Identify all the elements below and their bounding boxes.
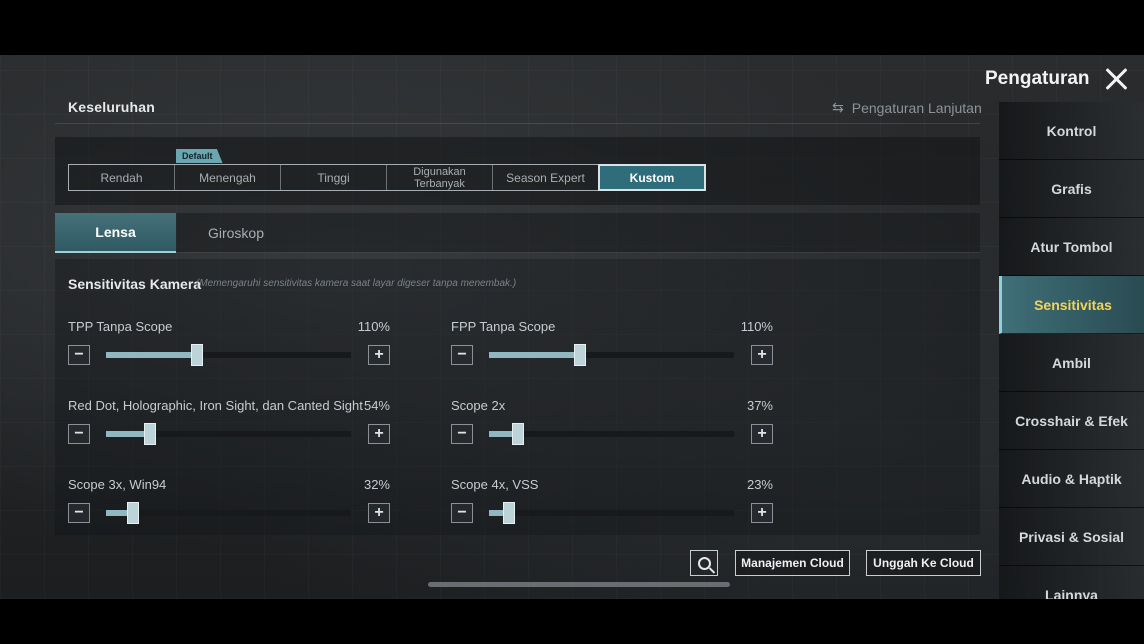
slider-scope-4x: Scope 4x, VSS 23% − + bbox=[451, 477, 773, 535]
sidebar-item-audio[interactable]: Audio & Haptik bbox=[999, 450, 1144, 508]
search-icon bbox=[697, 556, 711, 570]
horizontal-scrollbar[interactable] bbox=[428, 582, 730, 587]
increase-button[interactable]: + bbox=[751, 503, 773, 523]
settings-sidebar: Kontrol Grafis Atur Tombol Sensitivitas … bbox=[999, 102, 1144, 599]
divider bbox=[55, 123, 980, 124]
close-icon[interactable] bbox=[1104, 67, 1128, 91]
upload-to-cloud-button[interactable]: Unggah Ke Cloud bbox=[866, 550, 981, 576]
slider-fill bbox=[106, 352, 197, 358]
preset-selector: Rendah Menengah Tinggi Digunakan Terbany… bbox=[68, 164, 706, 191]
slider-label: TPP Tanpa Scope bbox=[68, 319, 173, 334]
slider-fill bbox=[489, 352, 580, 358]
decrease-button[interactable]: − bbox=[451, 503, 473, 523]
increase-button[interactable]: + bbox=[751, 345, 773, 365]
section-title-overall: Keseluruhan bbox=[68, 99, 155, 115]
settings-header: Pengaturan bbox=[985, 67, 1128, 91]
preset-kustom[interactable]: Kustom bbox=[598, 164, 706, 191]
slider-label: Red Dot, Holographic, Iron Sight, dan Ca… bbox=[68, 398, 363, 413]
slider-track[interactable] bbox=[106, 423, 351, 445]
decrease-button[interactable]: − bbox=[451, 424, 473, 444]
cloud-management-button[interactable]: Manajemen Cloud bbox=[735, 550, 850, 576]
settings-title: Pengaturan bbox=[985, 68, 1090, 89]
sidebar-item-sensitivitas[interactable]: Sensitivitas bbox=[999, 276, 1144, 334]
decrease-button[interactable]: − bbox=[68, 503, 90, 523]
sidebar-item-grafis[interactable]: Grafis bbox=[999, 160, 1144, 218]
preset-panel: Default Rendah Menengah Tinggi Digunakan… bbox=[55, 137, 980, 205]
slider-value: 110% bbox=[357, 319, 390, 334]
swap-icon: ⇆ bbox=[832, 99, 844, 115]
slider-track[interactable] bbox=[106, 502, 351, 524]
preset-tinggi[interactable]: Tinggi bbox=[281, 165, 387, 190]
slider-thumb[interactable] bbox=[127, 502, 139, 524]
slider-label: FPP Tanpa Scope bbox=[451, 319, 556, 334]
search-button[interactable] bbox=[690, 550, 718, 576]
slider-tpp-no-scope: TPP Tanpa Scope 110% − + bbox=[68, 319, 390, 377]
increase-button[interactable]: + bbox=[751, 424, 773, 444]
sidebar-item-atur-tombol[interactable]: Atur Tombol bbox=[999, 218, 1144, 276]
tab-strip: Lensa Giroskop bbox=[55, 213, 980, 253]
slider-value: 54% bbox=[363, 398, 390, 413]
slider-track[interactable] bbox=[489, 502, 734, 524]
slider-track[interactable] bbox=[106, 344, 351, 366]
increase-button[interactable]: + bbox=[368, 345, 390, 365]
camera-sensitivity-title: Sensitivitas Kamera bbox=[68, 276, 202, 292]
camera-sensitivity-description: (Memengaruhi sensitivitas kamera saat la… bbox=[196, 278, 517, 289]
slider-label: Scope 3x, Win94 bbox=[68, 477, 167, 492]
tab-giroskop[interactable]: Giroskop bbox=[176, 213, 296, 253]
slider-label: Scope 4x, VSS bbox=[451, 477, 539, 492]
slider-value: 110% bbox=[740, 319, 773, 334]
decrease-button[interactable]: − bbox=[451, 345, 473, 365]
advanced-settings-link[interactable]: ⇆ Pengaturan Lanjutan bbox=[832, 99, 982, 116]
slider-thumb[interactable] bbox=[144, 423, 156, 445]
slider-value: 37% bbox=[746, 398, 773, 413]
advanced-settings-label: Pengaturan Lanjutan bbox=[851, 99, 982, 116]
increase-button[interactable]: + bbox=[368, 503, 390, 523]
slider-value: 23% bbox=[746, 477, 773, 492]
slider-thumb[interactable] bbox=[512, 423, 524, 445]
slider-thumb[interactable] bbox=[503, 502, 515, 524]
tab-lensa[interactable]: Lensa bbox=[55, 213, 176, 253]
default-badge: Default bbox=[176, 149, 223, 163]
preset-menengah[interactable]: Menengah bbox=[175, 165, 281, 190]
preset-digunakan-terbanyak[interactable]: Digunakan Terbanyak bbox=[387, 165, 493, 190]
sidebar-item-kontrol[interactable]: Kontrol bbox=[999, 102, 1144, 160]
slider-red-dot: Red Dot, Holographic, Iron Sight, dan Ca… bbox=[68, 398, 390, 456]
sidebar-item-lainnya[interactable]: Lainnya bbox=[999, 566, 1144, 599]
slider-label: Scope 2x bbox=[451, 398, 506, 413]
sidebar-item-ambil[interactable]: Ambil bbox=[999, 334, 1144, 392]
slider-track[interactable] bbox=[489, 344, 734, 366]
slider-scope-3x: Scope 3x, Win94 32% − + bbox=[68, 477, 390, 535]
slider-scope-2x: Scope 2x 37% − + bbox=[451, 398, 773, 456]
slider-value: 32% bbox=[363, 477, 390, 492]
slider-thumb[interactable] bbox=[191, 344, 203, 366]
game-settings-screen: Keseluruhan ⇆ Pengaturan Lanjutan Pengat… bbox=[0, 55, 1144, 599]
slider-track[interactable] bbox=[489, 423, 734, 445]
preset-season-expert[interactable]: Season Expert bbox=[493, 165, 599, 190]
decrease-button[interactable]: − bbox=[68, 424, 90, 444]
decrease-button[interactable]: − bbox=[68, 345, 90, 365]
sidebar-item-crosshair[interactable]: Crosshair & Efek bbox=[999, 392, 1144, 450]
preset-rendah[interactable]: Rendah bbox=[69, 165, 175, 190]
increase-button[interactable]: + bbox=[368, 424, 390, 444]
slider-fpp-no-scope: FPP Tanpa Scope 110% − + bbox=[451, 319, 773, 377]
slider-thumb[interactable] bbox=[574, 344, 586, 366]
sidebar-item-privasi[interactable]: Privasi & Sosial bbox=[999, 508, 1144, 566]
